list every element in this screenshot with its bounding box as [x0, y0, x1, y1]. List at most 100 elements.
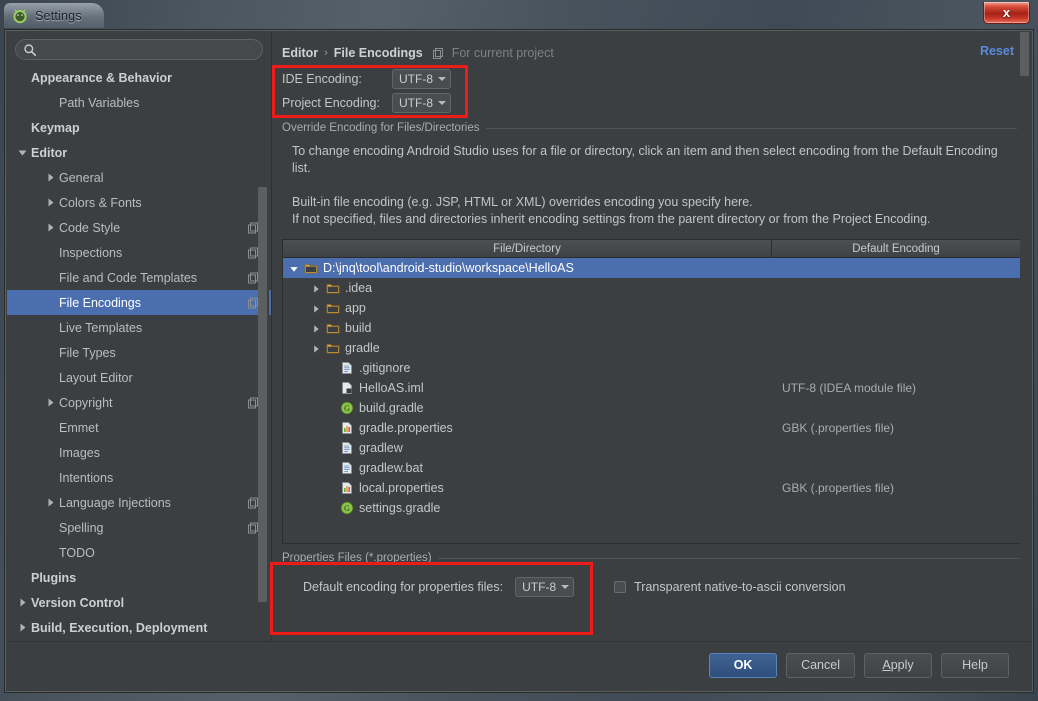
search-box[interactable] [15, 39, 263, 60]
sidebar-item-layout-editor[interactable]: Layout Editor [7, 365, 271, 390]
sidebar-item-label: Layout Editor [59, 370, 133, 385]
chevron-right-icon[interactable] [45, 397, 56, 408]
chevron-right-icon[interactable] [311, 343, 321, 353]
sidebar-scrollbar-thumb[interactable] [258, 187, 267, 602]
sidebar-item-general[interactable]: General [7, 165, 271, 190]
help-button[interactable]: Help [941, 652, 1009, 678]
column-header-default-encoding[interactable]: Default Encoding [772, 240, 1020, 257]
sidebar-item-emmet[interactable]: Emmet [7, 415, 271, 440]
file-name-label: .gitignore [359, 361, 411, 375]
table-row[interactable]: app [283, 298, 1020, 318]
chevron-right-icon[interactable] [45, 222, 56, 233]
sidebar-item-spelling[interactable]: Spelling [7, 515, 271, 540]
sidebar-item-colors-fonts[interactable]: Colors & Fonts [7, 190, 271, 215]
settings-window: Settings x Appearance & Behavior Path Va… [0, 0, 1038, 701]
sidebar-item-copyright[interactable]: Copyright [7, 390, 271, 415]
properties-group-header: Properties Files (*.properties) [282, 552, 1021, 564]
chevron-right-icon[interactable] [311, 283, 321, 293]
file-name-label: local.properties [359, 481, 444, 495]
table-row[interactable]: .gitignore [283, 358, 1020, 378]
table-row[interactable]: Gbuild.gradle [283, 398, 1020, 418]
sidebar-item-language-injections[interactable]: Language Injections [7, 490, 271, 515]
sidebar-item-label: Intentions [59, 470, 114, 485]
column-header-file-directory[interactable]: File/Directory [283, 240, 772, 257]
chevron-right-icon[interactable] [17, 622, 28, 633]
sidebar-scrollbar-track[interactable] [258, 65, 269, 641]
group-divider [485, 127, 1017, 129]
chevron-down-icon[interactable] [289, 263, 299, 273]
file-encoding-table[interactable]: File/Directory Default Encoding D:\jnq\t… [282, 239, 1021, 544]
breadcrumb-parent[interactable]: Editor [282, 46, 318, 60]
table-row[interactable]: build [283, 318, 1020, 338]
settings-detail-pane: Editor › File Encodings For current proj… [272, 32, 1031, 641]
chevron-right-icon[interactable] [311, 303, 321, 313]
table-cell-name: Gbuild.gradle [283, 401, 772, 415]
sidebar-item-intentions[interactable]: Intentions [7, 465, 271, 490]
native-ascii-label[interactable]: Transparent native-to-ascii conversion [634, 580, 845, 594]
file-name-label: gradlew.bat [359, 461, 423, 475]
breadcrumb-note: For current project [451, 46, 554, 60]
apply-button[interactable]: Apply [864, 652, 932, 678]
sidebar-item-label: Colors & Fonts [59, 195, 142, 210]
project-encoding-combo[interactable]: UTF-8 [392, 93, 451, 113]
sidebar-item-images[interactable]: Images [7, 440, 271, 465]
override-group-title: Override Encoding for Files/Directories [282, 122, 480, 134]
title-pill: Settings [4, 3, 104, 28]
table-row[interactable]: D:\jnq\tool\android-studio\workspace\Hel… [283, 258, 1020, 278]
chevron-right-icon[interactable] [311, 323, 321, 333]
sidebar-item-version-control[interactable]: Version Control [7, 590, 271, 615]
file-name-label: HelloAS.iml [359, 381, 424, 395]
project-encoding-row: Project Encoding: UTF-8 [282, 91, 1031, 115]
table-row[interactable]: gradle [283, 338, 1020, 358]
close-button[interactable]: x [983, 2, 1030, 24]
file-name-label: .idea [345, 281, 373, 295]
sidebar-item-keymap[interactable]: Keymap [7, 115, 271, 140]
sidebar-item-file-encodings[interactable]: File Encodings [7, 290, 271, 315]
sidebar-item-editor[interactable]: Editor [7, 140, 271, 165]
content-row: Appearance & Behavior Path Variables Keyma… [7, 32, 1031, 641]
sidebar-item-plugins[interactable]: Plugins [7, 565, 271, 590]
table-cell-encoding: GBK (.properties file) [782, 421, 895, 435]
window-title: Settings [35, 8, 82, 23]
sidebar-item-code-style[interactable]: Code Style [7, 215, 271, 240]
detail-scrollbar-thumb[interactable] [1020, 32, 1029, 76]
table-row[interactable]: Gsettings.gradle [283, 498, 1020, 518]
sidebar-item-appearance-behavior[interactable]: Appearance & Behavior [7, 65, 271, 90]
ide-encoding-combo[interactable]: UTF-8 [392, 69, 451, 89]
chevron-down-icon [561, 585, 570, 589]
properties-default-label: Default encoding for properties files: [303, 580, 504, 594]
ok-button[interactable]: OK [709, 652, 778, 678]
native-ascii-checkbox[interactable] [614, 581, 627, 593]
properties-encoding-combo[interactable]: UTF-8 [515, 577, 575, 597]
sidebar-item-label: TODO [59, 545, 95, 560]
sidebar-item-file-and-code-templates[interactable]: File and Code Templates [7, 265, 271, 290]
search-input[interactable] [40, 42, 245, 57]
sidebar-item-todo[interactable]: TODO [7, 540, 271, 565]
file-name-label: gradle [345, 341, 380, 355]
chevron-down-icon[interactable] [17, 147, 28, 158]
sidebar-item-build-execution-deployment[interactable]: Build, Execution, Deployment [7, 615, 271, 640]
table-row[interactable]: gradlew [283, 438, 1020, 458]
table-row[interactable]: .idea [283, 278, 1020, 298]
sidebar-item-inspections[interactable]: Inspections [7, 240, 271, 265]
table-row[interactable]: HelloAS.iml UTF-8 (IDEA module file) [283, 378, 1020, 398]
table-row[interactable]: local.properties GBK (.properties file) [283, 478, 1020, 498]
cancel-label: Cancel [801, 658, 840, 672]
settings-nav-tree[interactable]: Appearance & Behavior Path Variables Keyma… [7, 65, 271, 641]
sidebar-item-file-types[interactable]: File Types [7, 340, 271, 365]
chevron-right-icon[interactable] [45, 197, 56, 208]
cancel-button[interactable]: Cancel [786, 652, 855, 678]
chevron-right-icon[interactable] [45, 497, 56, 508]
sidebar-item-live-templates[interactable]: Live Templates [7, 315, 271, 340]
file-name-label: gradle.properties [359, 421, 453, 435]
reset-link[interactable]: Reset [980, 44, 1014, 58]
table-cell-name: app [283, 301, 772, 315]
table-cell-encoding: GBK (.properties file) [782, 481, 895, 495]
detail-scrollbar-track[interactable] [1020, 32, 1029, 641]
table-row[interactable]: gradlew.bat [283, 458, 1020, 478]
chevron-right-icon[interactable] [17, 597, 28, 608]
sidebar-item-label: Build, Execution, Deployment [31, 620, 208, 635]
chevron-right-icon[interactable] [45, 172, 56, 183]
sidebar-item-path-variables[interactable]: Path Variables [7, 90, 271, 115]
table-row[interactable]: gradle.properties GBK (.properties file) [283, 418, 1020, 438]
